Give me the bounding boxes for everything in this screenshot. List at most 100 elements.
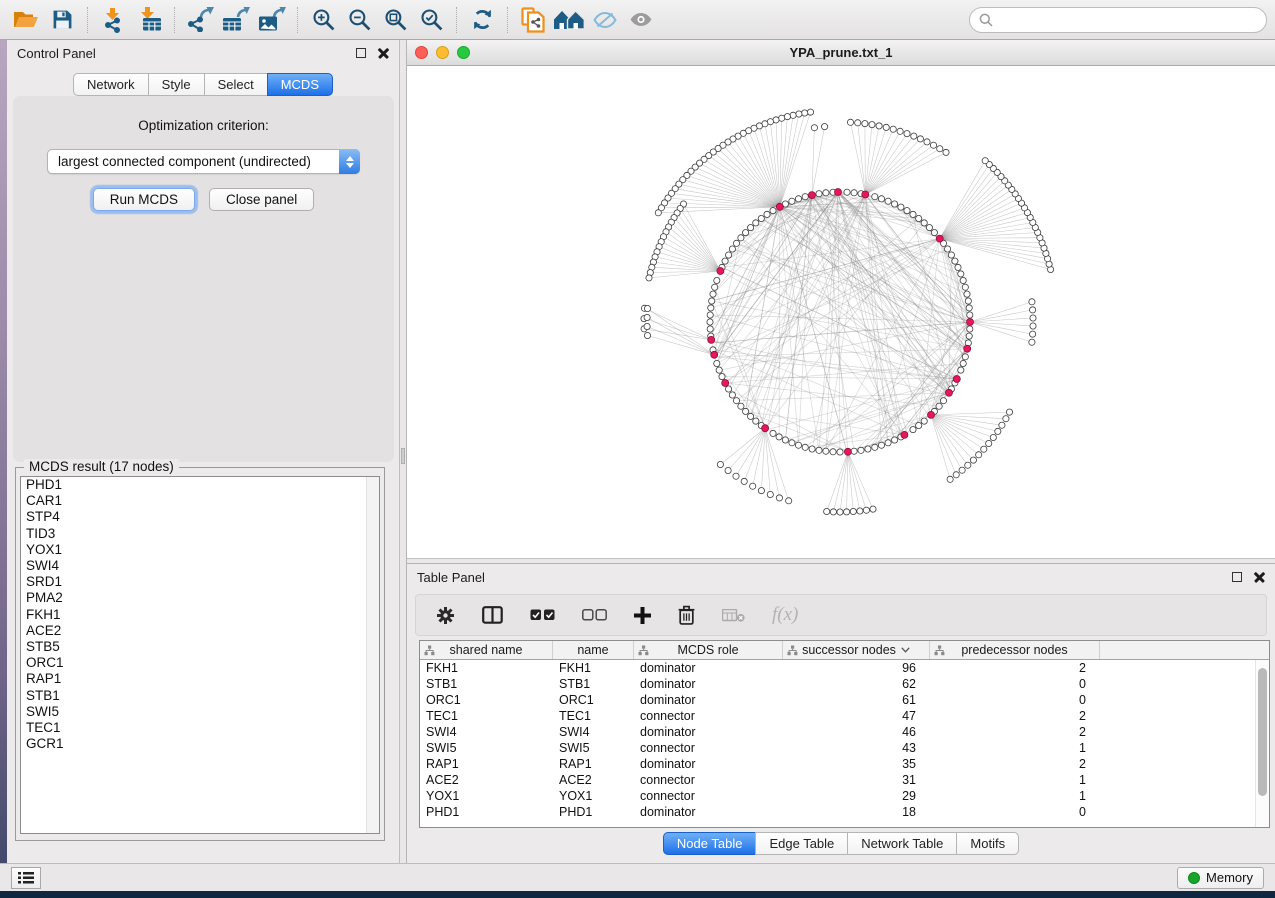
zoom-selected-button[interactable] bbox=[413, 4, 449, 36]
table-row[interactable]: SWI5SWI5connector431 bbox=[420, 740, 1255, 756]
hide-selected-button[interactable] bbox=[587, 4, 623, 36]
mcds-result-item[interactable]: CAR1 bbox=[21, 493, 379, 509]
delete-column-button[interactable] bbox=[678, 605, 695, 625]
table-scrollbar-thumb[interactable] bbox=[1258, 668, 1267, 796]
cell-successor-nodes[interactable]: 46 bbox=[783, 725, 930, 739]
refresh-button[interactable] bbox=[464, 4, 500, 36]
task-history-button[interactable] bbox=[11, 867, 41, 889]
cell-shared-name[interactable]: RAP1 bbox=[420, 757, 553, 771]
cell-shared-name[interactable]: ORC1 bbox=[420, 693, 553, 707]
add-column-button[interactable] bbox=[634, 607, 651, 624]
close-panel-icon[interactable] bbox=[378, 48, 389, 59]
cell-successor-nodes[interactable]: 62 bbox=[783, 677, 930, 691]
column-header-mcds-role[interactable]: MCDS role bbox=[634, 641, 783, 659]
network-window-titlebar[interactable]: YPA_prune.txt_1 bbox=[407, 40, 1275, 66]
cell-successor-nodes[interactable]: 31 bbox=[783, 773, 930, 787]
cell-shared-name[interactable]: PHD1 bbox=[420, 805, 553, 819]
cell-shared-name[interactable]: STB1 bbox=[420, 677, 553, 691]
cell-mcds-role[interactable]: dominator bbox=[634, 661, 783, 675]
cell-successor-nodes[interactable]: 29 bbox=[783, 789, 930, 803]
cell-name[interactable]: FKH1 bbox=[553, 661, 634, 675]
cell-predecessor-nodes[interactable]: 2 bbox=[930, 661, 1100, 675]
cell-mcds-role[interactable]: dominator bbox=[634, 805, 783, 819]
cell-successor-nodes[interactable]: 18 bbox=[783, 805, 930, 819]
cell-mcds-role[interactable]: connector bbox=[634, 773, 783, 787]
memory-button[interactable]: Memory bbox=[1177, 867, 1264, 889]
show-all-button[interactable] bbox=[623, 4, 659, 36]
cell-name[interactable]: TEC1 bbox=[553, 709, 634, 723]
table-settings-button[interactable] bbox=[436, 606, 455, 625]
tab-network-table[interactable]: Network Table bbox=[847, 832, 957, 855]
search-input[interactable] bbox=[998, 11, 1257, 28]
cell-predecessor-nodes[interactable]: 2 bbox=[930, 709, 1100, 723]
close-table-panel-icon[interactable] bbox=[1254, 572, 1265, 583]
close-panel-button[interactable]: Close panel bbox=[209, 188, 314, 211]
table-row[interactable]: FKH1FKH1dominator962 bbox=[420, 660, 1255, 676]
network-graph[interactable] bbox=[407, 66, 1275, 558]
cell-shared-name[interactable]: SWI4 bbox=[420, 725, 553, 739]
cell-shared-name[interactable]: FKH1 bbox=[420, 661, 553, 675]
column-header-name[interactable]: name bbox=[553, 641, 634, 659]
table-row[interactable]: PHD1PHD1dominator180 bbox=[420, 804, 1255, 820]
cell-successor-nodes[interactable]: 61 bbox=[783, 693, 930, 707]
cell-shared-name[interactable]: TEC1 bbox=[420, 709, 553, 723]
cell-predecessor-nodes[interactable]: 1 bbox=[930, 741, 1100, 755]
mcds-result-item[interactable]: SRD1 bbox=[21, 574, 379, 590]
mcds-result-item[interactable]: ORC1 bbox=[21, 655, 379, 671]
search-box[interactable] bbox=[969, 7, 1267, 33]
cell-predecessor-nodes[interactable]: 1 bbox=[930, 773, 1100, 787]
cell-successor-nodes[interactable]: 96 bbox=[783, 661, 930, 675]
cell-name[interactable]: SWI4 bbox=[553, 725, 634, 739]
vertical-splitter[interactable] bbox=[400, 40, 407, 863]
cell-mcds-role[interactable]: dominator bbox=[634, 725, 783, 739]
run-mcds-button[interactable]: Run MCDS bbox=[93, 188, 195, 211]
mcds-result-item[interactable]: PHD1 bbox=[21, 477, 379, 493]
clone-network-button[interactable] bbox=[515, 4, 551, 36]
cell-name[interactable]: RAP1 bbox=[553, 757, 634, 771]
cell-name[interactable]: ORC1 bbox=[553, 693, 634, 707]
tab-select[interactable]: Select bbox=[204, 73, 268, 96]
cell-name[interactable]: SWI5 bbox=[553, 741, 634, 755]
mcds-result-item[interactable]: ACE2 bbox=[21, 623, 379, 639]
splitter-grip[interactable] bbox=[401, 448, 405, 464]
select-all-columns-button[interactable] bbox=[530, 609, 555, 621]
export-network-button[interactable] bbox=[182, 4, 218, 36]
table-row[interactable]: STB1STB1dominator620 bbox=[420, 676, 1255, 692]
zoom-fit-button[interactable] bbox=[377, 4, 413, 36]
table-row[interactable]: SWI4SWI4dominator462 bbox=[420, 724, 1255, 740]
float-panel-icon[interactable] bbox=[356, 48, 366, 58]
import-table-button[interactable] bbox=[131, 4, 167, 36]
cell-name[interactable]: ACE2 bbox=[553, 773, 634, 787]
table-row[interactable]: ACE2ACE2connector311 bbox=[420, 772, 1255, 788]
cell-shared-name[interactable]: SWI5 bbox=[420, 741, 553, 755]
table-row[interactable]: YOX1YOX1connector291 bbox=[420, 788, 1255, 804]
zoom-out-button[interactable] bbox=[341, 4, 377, 36]
float-table-panel-icon[interactable] bbox=[1232, 572, 1242, 582]
mcds-list-scrollbar[interactable] bbox=[366, 477, 379, 833]
cell-name[interactable]: STB1 bbox=[553, 677, 634, 691]
cell-successor-nodes[interactable]: 35 bbox=[783, 757, 930, 771]
cell-mcds-role[interactable]: dominator bbox=[634, 693, 783, 707]
cell-successor-nodes[interactable]: 47 bbox=[783, 709, 930, 723]
mcds-result-item[interactable]: TID3 bbox=[21, 526, 379, 542]
show-columns-button[interactable] bbox=[482, 606, 503, 624]
cell-name[interactable]: PHD1 bbox=[553, 805, 634, 819]
cell-shared-name[interactable]: ACE2 bbox=[420, 773, 553, 787]
optimization-criterion-select[interactable]: largest connected component (undirected) bbox=[47, 149, 360, 174]
cell-successor-nodes[interactable]: 43 bbox=[783, 741, 930, 755]
cell-mcds-role[interactable]: dominator bbox=[634, 757, 783, 771]
open-file-button[interactable] bbox=[8, 4, 44, 36]
mcds-result-item[interactable]: SWI4 bbox=[21, 558, 379, 574]
mcds-result-item[interactable]: STB5 bbox=[21, 639, 379, 655]
tab-node-table[interactable]: Node Table bbox=[663, 832, 757, 855]
cell-predecessor-nodes[interactable]: 2 bbox=[930, 725, 1100, 739]
cell-mcds-role[interactable]: connector bbox=[634, 789, 783, 803]
cell-mcds-role[interactable]: dominator bbox=[634, 677, 783, 691]
export-table-button[interactable] bbox=[218, 4, 254, 36]
cell-predecessor-nodes[interactable]: 0 bbox=[930, 693, 1100, 707]
tab-mcds[interactable]: MCDS bbox=[267, 73, 333, 96]
table-row[interactable]: RAP1RAP1dominator352 bbox=[420, 756, 1255, 772]
table-row[interactable]: TEC1TEC1connector472 bbox=[420, 708, 1255, 724]
zoom-in-button[interactable] bbox=[305, 4, 341, 36]
tab-motifs[interactable]: Motifs bbox=[956, 832, 1019, 855]
